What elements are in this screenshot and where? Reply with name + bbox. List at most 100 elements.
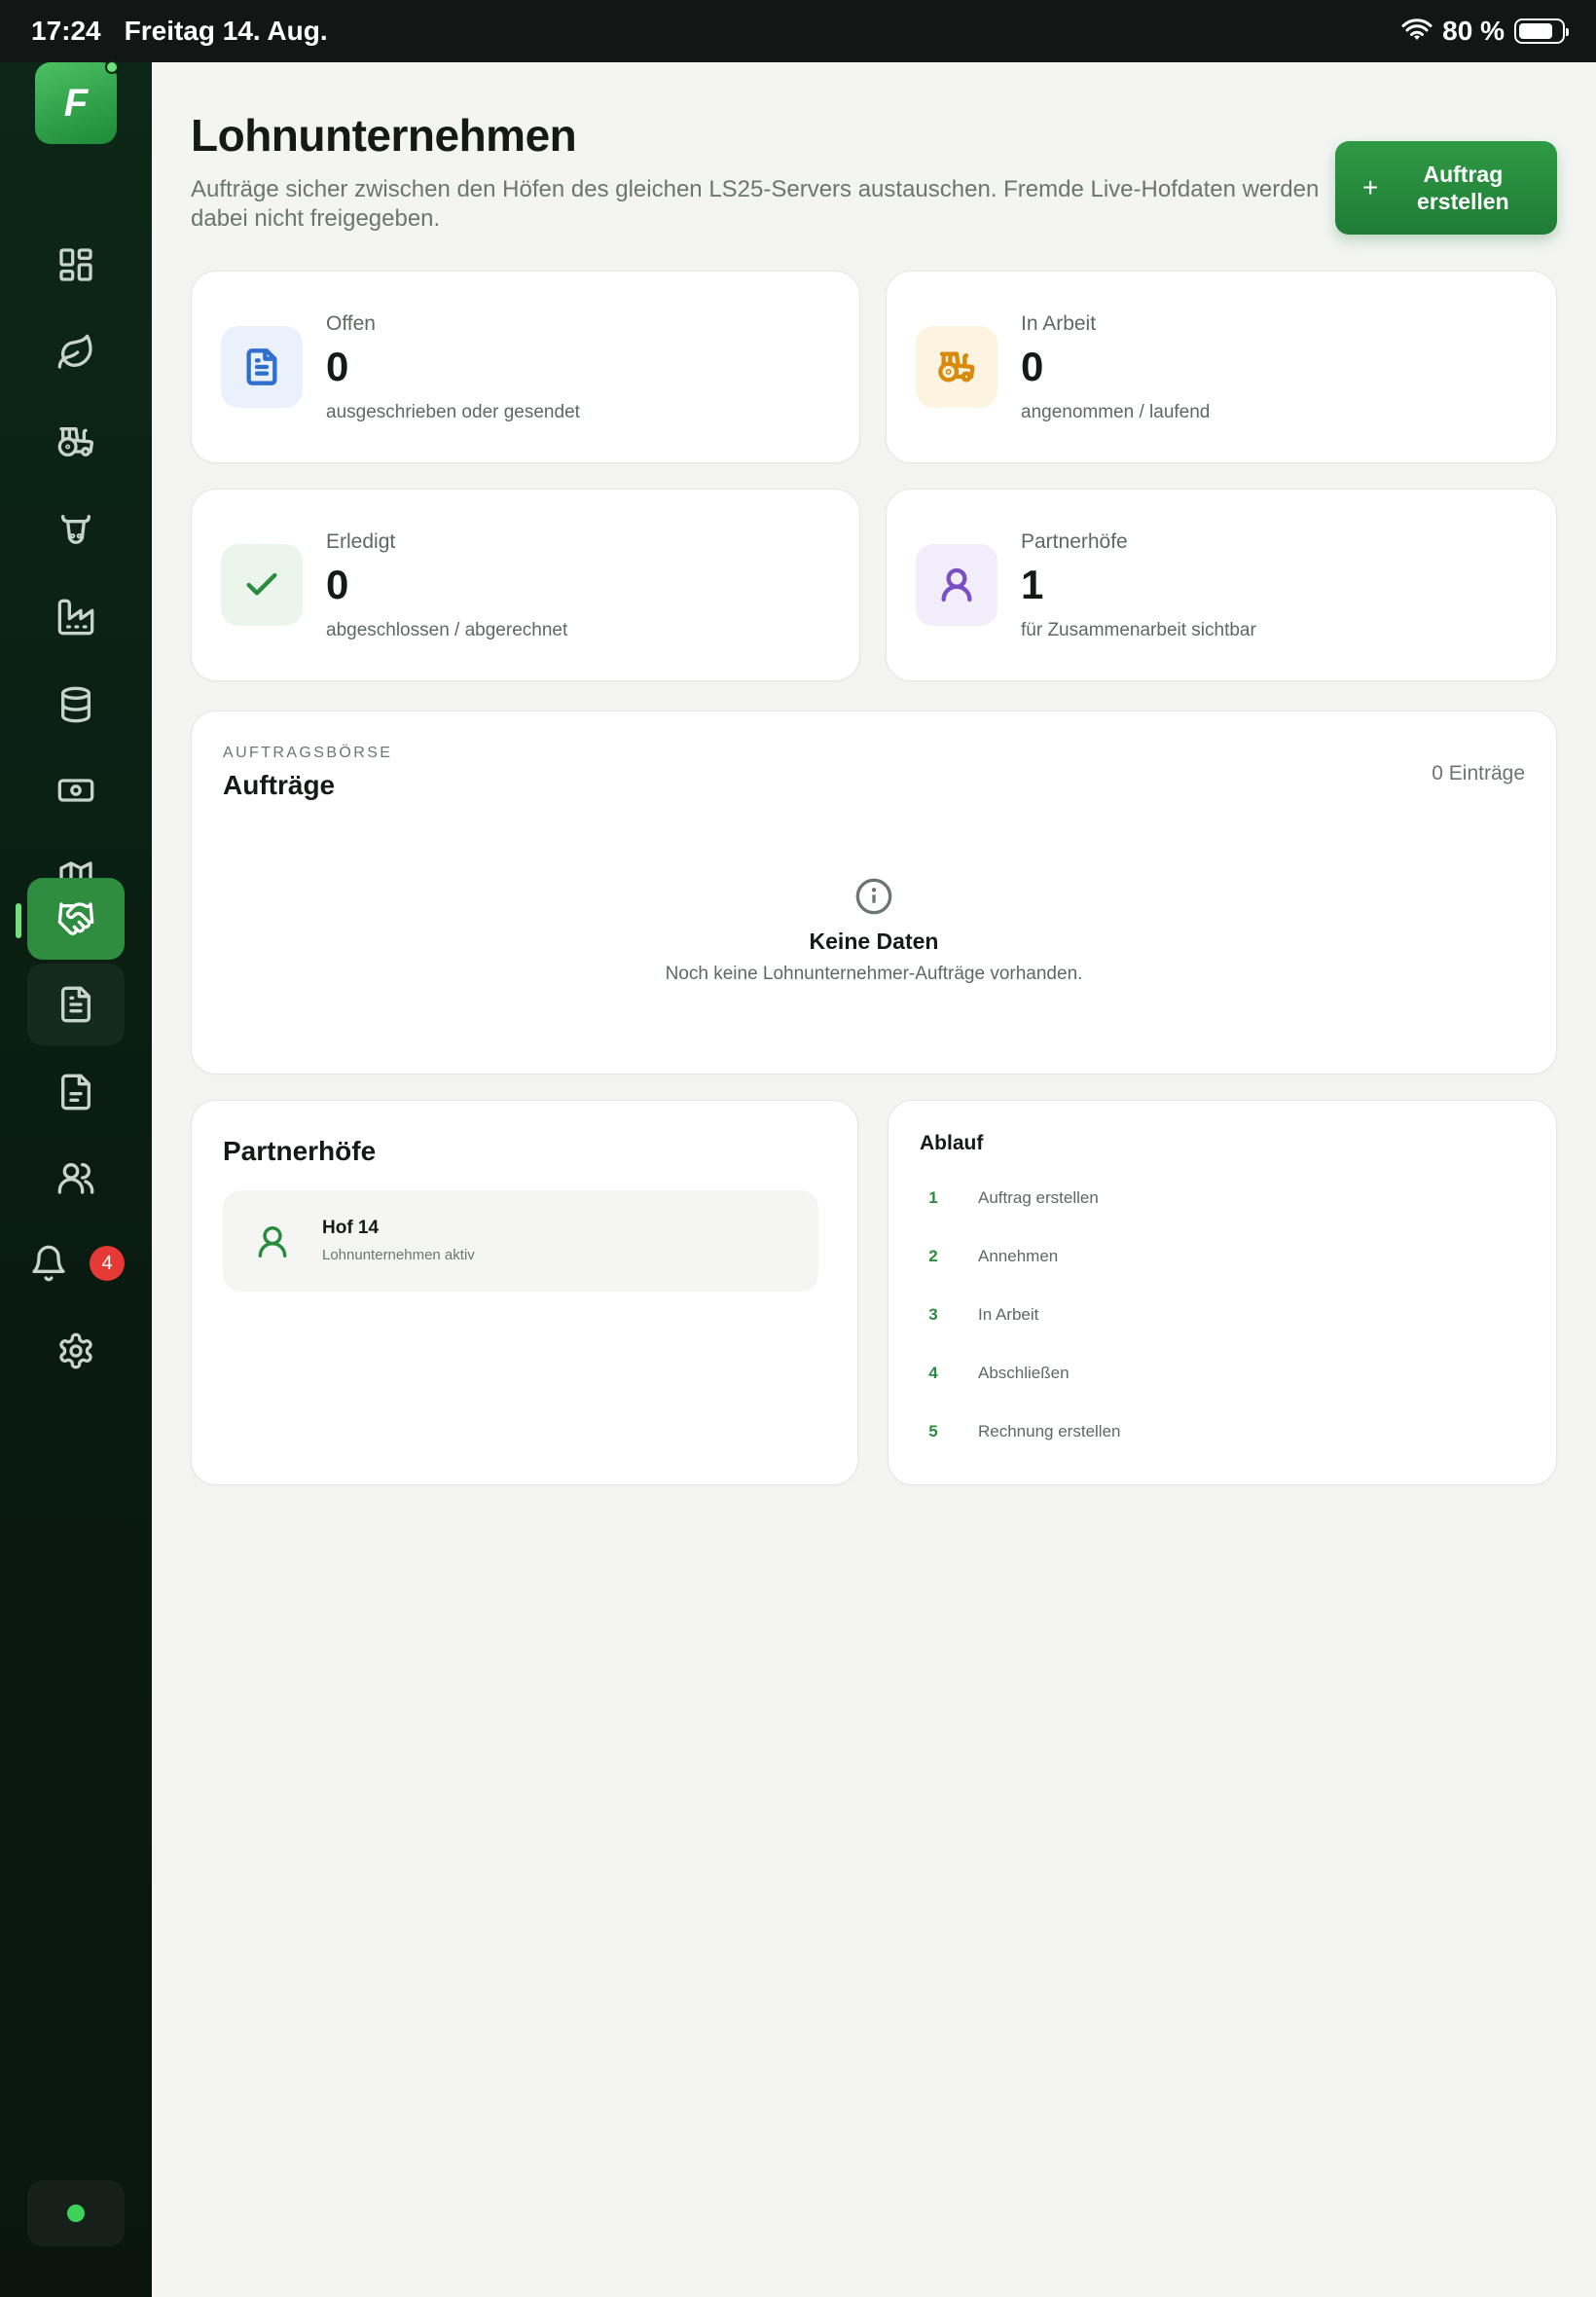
stat-card-partners: Partnerhöfe 1 für Zusammenarbeit sichtba… (886, 489, 1557, 681)
bell-icon (32, 1245, 65, 1282)
create-order-label: Auftrag erstellen (1417, 162, 1509, 214)
money-icon (57, 779, 94, 802)
nav-production[interactable] (27, 576, 125, 658)
flow-title: Ablauf (920, 1132, 984, 1154)
invoice-icon (61, 1074, 91, 1111)
nav-machines[interactable] (27, 401, 125, 483)
wifi-icon (1401, 18, 1433, 40)
nav-animals[interactable] (27, 489, 125, 570)
notification-badge: 4 (90, 1246, 125, 1281)
step-number: 3 (928, 1305, 938, 1324)
document-icon (61, 986, 91, 1023)
orders-panel: AUFTRAGSBÖRSE Aufträge 0 Einträge Keine … (191, 711, 1557, 1075)
sidebar: F 4 (0, 60, 152, 2297)
empty-state (192, 877, 1556, 916)
factory-icon (57, 599, 94, 636)
flow-step: 5 Rechnung erstellen (920, 1422, 1120, 1441)
flow-step: 3 In Arbeit (920, 1305, 1038, 1325)
stat-card-open: Offen 0 ausgeschrieben oder gesendet (191, 271, 860, 463)
stat-sub: ausgeschrieben oder gesendet (326, 402, 580, 422)
nav-contracts[interactable] (27, 964, 125, 1045)
cow-icon (61, 515, 91, 544)
logo-letter: F (63, 81, 89, 125)
stat-sub: für Zusammenarbeit sichtbar (1021, 620, 1256, 640)
step-number: 2 (928, 1247, 938, 1265)
step-label: Auftrag erstellen (978, 1188, 1099, 1207)
active-indicator (16, 903, 21, 938)
step-number: 5 (928, 1422, 938, 1440)
date: Freitag 14. Aug. (124, 16, 328, 46)
nav-fields[interactable] (27, 311, 125, 393)
stat-label: Offen (326, 312, 376, 335)
connection-status[interactable] (27, 2180, 125, 2246)
stat-label: Partnerhöfe (1021, 530, 1128, 553)
stat-label: In Arbeit (1021, 312, 1097, 335)
document-icon (246, 348, 277, 385)
check-icon (246, 572, 277, 596)
battery-percent: 80 % (1442, 16, 1505, 46)
nav-finances[interactable] (27, 749, 125, 831)
nav-invoices[interactable] (27, 1051, 125, 1133)
create-order-button[interactable]: + Auftrag erstellen (1335, 141, 1557, 235)
nav-storage[interactable] (27, 664, 125, 746)
plus-icon: + (1362, 172, 1379, 202)
step-label: Rechnung erstellen (978, 1422, 1121, 1440)
page-title: Lohnunternehmen (191, 110, 577, 161)
stat-value: 0 (1021, 344, 1044, 389)
status-indicators: 80 % (1401, 16, 1569, 47)
battery-level (1519, 23, 1552, 39)
gear-icon (59, 1332, 92, 1369)
tractor-icon (938, 351, 975, 383)
stat-icon-box (916, 326, 998, 408)
user-icon (941, 567, 972, 602)
stat-value: 1 (1021, 562, 1044, 607)
stat-icon-box (221, 326, 303, 408)
stat-icon-box (221, 544, 303, 626)
nav-dashboard[interactable] (27, 224, 125, 306)
step-label: Abschließen (978, 1364, 1070, 1382)
user-icon (258, 1226, 287, 1258)
handshake-icon (57, 902, 94, 935)
orders-count: 0 Einträge (1432, 762, 1525, 784)
step-number: 4 (928, 1364, 938, 1382)
page-subtitle: Aufträge sicher zwischen den Höfen des g… (191, 176, 1320, 232)
leaf-icon (57, 334, 92, 369)
stat-card-in-progress: In Arbeit 0 angenommen / laufend (886, 271, 1557, 463)
stat-value: 0 (326, 562, 349, 607)
users-icon (57, 1163, 94, 1194)
step-number: 1 (928, 1188, 938, 1207)
info-icon (855, 878, 892, 915)
database-icon (61, 686, 91, 723)
stat-label: Erledigt (326, 530, 396, 553)
tractor-icon (57, 427, 94, 456)
step-label: In Arbeit (978, 1305, 1039, 1324)
flow-panel: Ablauf 1 Auftrag erstellen 2 Annehmen 3 … (888, 1100, 1557, 1485)
partner-item[interactable]: Hof 14 Lohnunternehmen aktiv (223, 1190, 818, 1292)
flow-step: 2 Annehmen (920, 1247, 1058, 1266)
battery-icon (1514, 18, 1569, 44)
stat-sub: angenommen / laufend (1021, 402, 1211, 422)
orders-kicker: AUFTRAGSBÖRSE (223, 745, 393, 761)
connection-led (67, 2205, 85, 2222)
dashboard-icon (59, 248, 92, 281)
empty-title: Keine Daten (809, 929, 939, 954)
stat-sub: abgeschlossen / abgerechnet (326, 620, 568, 640)
stat-card-done: Erledigt 0 abgeschlossen / abgerechnet (191, 489, 860, 681)
clock: 17:24 (31, 16, 101, 46)
flow-step: 4 Abschließen (920, 1364, 1070, 1383)
partner-status: Lohnunternehmen aktiv (322, 1247, 475, 1263)
status-bar: 17:24 Freitag 14. Aug. 80 % (0, 0, 1596, 62)
nav-users[interactable] (27, 1137, 125, 1219)
nav-contracting[interactable] (27, 878, 125, 960)
online-dot (105, 60, 119, 74)
nav-settings[interactable] (27, 1310, 125, 1392)
partners-panel: Partnerhöfe Hof 14 Lohnunternehmen aktiv (191, 1100, 858, 1485)
empty-text: Noch keine Lohnunternehmer-Aufträge vorh… (665, 964, 1083, 984)
stat-value: 0 (326, 344, 349, 389)
app-logo[interactable]: F (35, 60, 119, 144)
nav-notifications[interactable] (0, 1222, 97, 1304)
orders-title: Aufträge (223, 770, 336, 800)
step-label: Annehmen (978, 1247, 1059, 1265)
partner-name: Hof 14 (322, 1218, 380, 1238)
partners-title: Partnerhöfe (223, 1136, 377, 1166)
